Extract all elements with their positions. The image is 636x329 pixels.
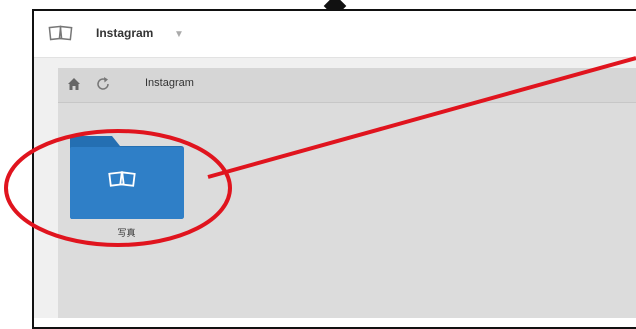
annotation-circle [4, 129, 232, 247]
annotation-overlay [4, 56, 636, 247]
annotation-arrow-line [207, 56, 636, 179]
